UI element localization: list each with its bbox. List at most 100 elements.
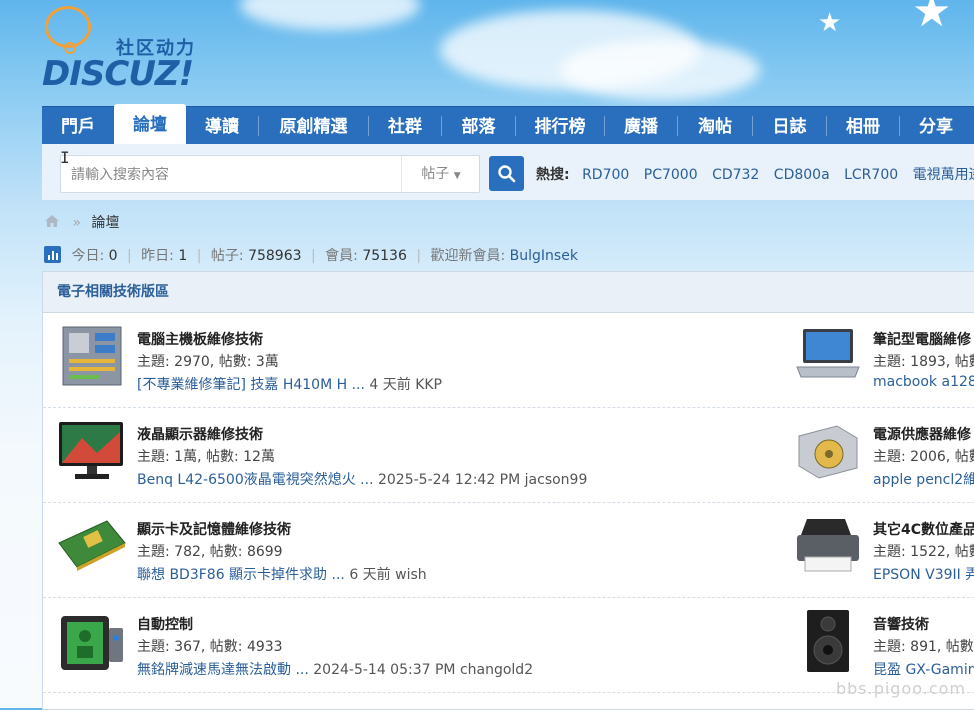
printer-icon[interactable] bbox=[793, 513, 863, 579]
forum-last-post[interactable]: 昆盈 GX-Gamin bbox=[873, 659, 974, 679]
stat-divider: | bbox=[196, 248, 202, 264]
forum-item: 電源供應器維修 主題: 2006, 帖數 apple pencl2維修 bbox=[793, 408, 974, 502]
search-type-label: 帖子 bbox=[421, 166, 450, 182]
nav-item-ranking[interactable]: 排行榜 bbox=[516, 107, 604, 145]
forum-stats: 今日: 0 | 昨日: 1 | 帖子: 758963 | 會員: 75136 |… bbox=[44, 245, 578, 265]
stat-posts-label: 帖子: bbox=[210, 248, 244, 264]
nav-item-broadcast[interactable]: 廣播 bbox=[605, 107, 677, 145]
forum-row: 自動控制 主題: 367, 帖數: 4933 無銘牌減速馬達無法啟動 ... 2… bbox=[43, 598, 974, 693]
logo-bubble-tail-icon bbox=[64, 42, 76, 54]
last-post-title[interactable]: macbook a1286 bbox=[873, 374, 974, 390]
forum-name[interactable]: 自動控制 bbox=[137, 614, 193, 634]
forum-item: 音響技術 主題: 891, 帖數 昆盈 GX-Gamin bbox=[793, 598, 974, 692]
forum-name[interactable]: 電源供應器維修 bbox=[873, 424, 971, 444]
forum-name[interactable]: 其它4C數位產品 bbox=[873, 519, 974, 539]
forum-name[interactable]: 液晶顯示器維修技術 bbox=[137, 424, 263, 444]
hot-search-link[interactable]: 電視萬用遙控器 bbox=[913, 167, 974, 183]
lcd-monitor-icon[interactable] bbox=[57, 418, 127, 484]
nav-item-journal[interactable]: 日誌 bbox=[753, 107, 826, 145]
category-title[interactable]: 電子相關技術版區 bbox=[43, 272, 974, 313]
forum-name[interactable]: 電腦主機板維修技術 bbox=[137, 329, 263, 349]
hot-search-link[interactable]: CD732 bbox=[712, 167, 759, 183]
stat-members-label: 會員: bbox=[325, 248, 358, 264]
forum-row: 電腦主機板維修技術 主題: 2970, 帖數: 3萬 [不專業維修筆記] 技嘉 … bbox=[43, 313, 974, 408]
hot-search-link[interactable]: LCR700 bbox=[844, 167, 898, 183]
last-post-time: 2024-5-14 05:37 PM changold2 bbox=[313, 662, 534, 678]
hot-search-link[interactable]: PC7000 bbox=[644, 167, 698, 183]
stat-today-label: 今日: bbox=[71, 248, 105, 264]
forum-stats-text: 主題: 1萬, 帖數: 12萬 bbox=[137, 449, 275, 465]
forum-name[interactable]: 筆記型電腦維修 bbox=[873, 329, 971, 349]
watermark: bbs.pigoo.com bbox=[835, 679, 966, 698]
forum-last-post[interactable]: EPSON V39II 弄 bbox=[873, 564, 974, 584]
forum-item: 顯示卡及記憶體維修技術 主題: 782, 帖數: 8699 聯想 BD3F86 … bbox=[57, 503, 657, 597]
forum-last-post[interactable]: macbook a1286 bbox=[873, 374, 974, 390]
forum-stats-text: 主題: 1893, 帖數 bbox=[873, 354, 974, 370]
search-box: 帖子 ▼ bbox=[60, 155, 480, 194]
forum-item: 筆記型電腦維修 主題: 1893, 帖數 macbook a1286 bbox=[793, 313, 974, 407]
forum-item: 自動控制 主題: 367, 帖數: 4933 無銘牌減速馬達無法啟動 ... 2… bbox=[57, 598, 657, 692]
last-post-title[interactable]: apple pencl2維修 bbox=[873, 472, 974, 488]
stat-newest-label: 歡迎新會員: bbox=[430, 248, 506, 264]
nav-item-groups[interactable]: 社群 bbox=[369, 107, 441, 145]
last-post-time: 6 天前 wish bbox=[349, 567, 427, 583]
forum-stats-text: 主題: 891, 帖數 bbox=[873, 639, 974, 655]
star-decoration-icon: ★ bbox=[818, 8, 842, 38]
nav-item-guide[interactable]: 導讀 bbox=[186, 107, 258, 145]
breadcrumb-separator: » bbox=[72, 215, 82, 231]
control-panel-icon[interactable] bbox=[57, 608, 127, 674]
nav-item-share[interactable]: 分享 bbox=[900, 107, 972, 145]
laptop-icon[interactable] bbox=[793, 323, 863, 389]
nav-item-portal[interactable]: 門戶 bbox=[42, 107, 114, 145]
search-type-select[interactable]: 帖子 ▼ bbox=[401, 156, 480, 192]
logo-wordmark: DISCUZ! bbox=[42, 54, 194, 94]
last-post-time: 2025-5-24 12:42 PM jacson99 bbox=[377, 472, 588, 488]
search-button[interactable] bbox=[489, 156, 524, 191]
last-post-title[interactable]: [不專業維修筆記] 技嘉 H410M H ... bbox=[137, 377, 365, 393]
forum-row: 顯示卡及記憶體維修技術 主題: 782, 帖數: 8699 聯想 BD3F86 … bbox=[43, 503, 974, 598]
forum-last-post[interactable]: 無銘牌減速馬達無法啟動 ... 2024-5-14 05:37 PM chang… bbox=[137, 659, 533, 679]
hot-search-label: 熱搜: bbox=[536, 167, 570, 183]
forum-row: 液晶顯示器維修技術 主題: 1萬, 帖數: 12萬 Benq L42-6500液… bbox=[43, 408, 974, 503]
graphics-card-icon[interactable] bbox=[57, 513, 127, 579]
site-logo[interactable]: 社区动力 DISCUZ! bbox=[42, 6, 212, 96]
last-post-title[interactable]: Benq L42-6500液晶電視突然熄火 ... bbox=[137, 472, 374, 488]
forum-name[interactable]: 顯示卡及記憶體維修技術 bbox=[137, 519, 291, 539]
nav-item-forum[interactable]: 論壇 bbox=[114, 104, 186, 144]
last-post-title[interactable]: 昆盈 GX-Gamin bbox=[873, 662, 974, 678]
forum-last-post[interactable]: 聯想 BD3F86 顯示卡掉件求助 ... 6 天前 wish bbox=[137, 564, 427, 584]
forum-last-post[interactable]: Benq L42-6500液晶電視突然熄火 ... 2025-5-24 12:4… bbox=[137, 469, 587, 489]
nav-item-collections[interactable]: 淘帖 bbox=[678, 107, 752, 145]
breadcrumb-current[interactable]: 論壇 bbox=[91, 215, 119, 231]
hot-searches: 熱搜: RD700 PC7000 CD732 CD800a LCR700 電視萬… bbox=[536, 164, 974, 184]
power-supply-icon[interactable] bbox=[793, 418, 863, 484]
speaker-icon[interactable] bbox=[793, 608, 863, 674]
motherboard-icon[interactable] bbox=[57, 323, 127, 389]
caret-down-icon: ▼ bbox=[453, 171, 461, 181]
last-post-title[interactable]: EPSON V39II 弄 bbox=[873, 567, 974, 583]
forum-item: 其它4C數位產品 主題: 1522, 帖數 EPSON V39II 弄 bbox=[793, 503, 974, 597]
stat-divider: | bbox=[416, 248, 422, 264]
newest-member-link[interactable]: BulgInsek bbox=[510, 248, 578, 264]
stats-chart-icon bbox=[44, 246, 61, 263]
search-input[interactable] bbox=[69, 156, 393, 194]
hot-search-link[interactable]: RD700 bbox=[582, 167, 629, 183]
stat-posts-value: 758963 bbox=[248, 248, 302, 264]
nav-item-originals[interactable]: 原創精選 bbox=[259, 107, 368, 145]
forum-name[interactable]: 音響技術 bbox=[873, 614, 929, 634]
search-icon bbox=[498, 165, 516, 183]
home-icon[interactable] bbox=[44, 214, 60, 232]
last-post-time: 4 天前 KKP bbox=[369, 377, 443, 393]
forum-stats-text: 主題: 367, 帖數: 4933 bbox=[137, 639, 283, 655]
stat-members-value: 75136 bbox=[362, 248, 407, 264]
forum-last-post[interactable]: [不專業維修筆記] 技嘉 H410M H ... 4 天前 KKP bbox=[137, 374, 442, 394]
forum-last-post[interactable]: apple pencl2維修 bbox=[873, 469, 974, 489]
last-post-title[interactable]: 無銘牌減速馬達無法啟動 ... bbox=[137, 662, 309, 678]
nav-item-blog[interactable]: 部落 bbox=[442, 107, 515, 145]
forum-category-panel: 電子相關技術版區 電腦主機板維修技術 主題: 2970, 帖數: 3萬 [不專業… bbox=[42, 271, 974, 710]
hot-search-link[interactable]: CD800a bbox=[774, 167, 830, 183]
last-post-title[interactable]: 聯想 BD3F86 顯示卡掉件求助 ... bbox=[137, 567, 345, 583]
nav-item-album[interactable]: 相冊 bbox=[827, 107, 899, 145]
forum-item: 電腦主機板維修技術 主題: 2970, 帖數: 3萬 [不專業維修筆記] 技嘉 … bbox=[57, 313, 657, 407]
background-cloud bbox=[560, 40, 760, 100]
